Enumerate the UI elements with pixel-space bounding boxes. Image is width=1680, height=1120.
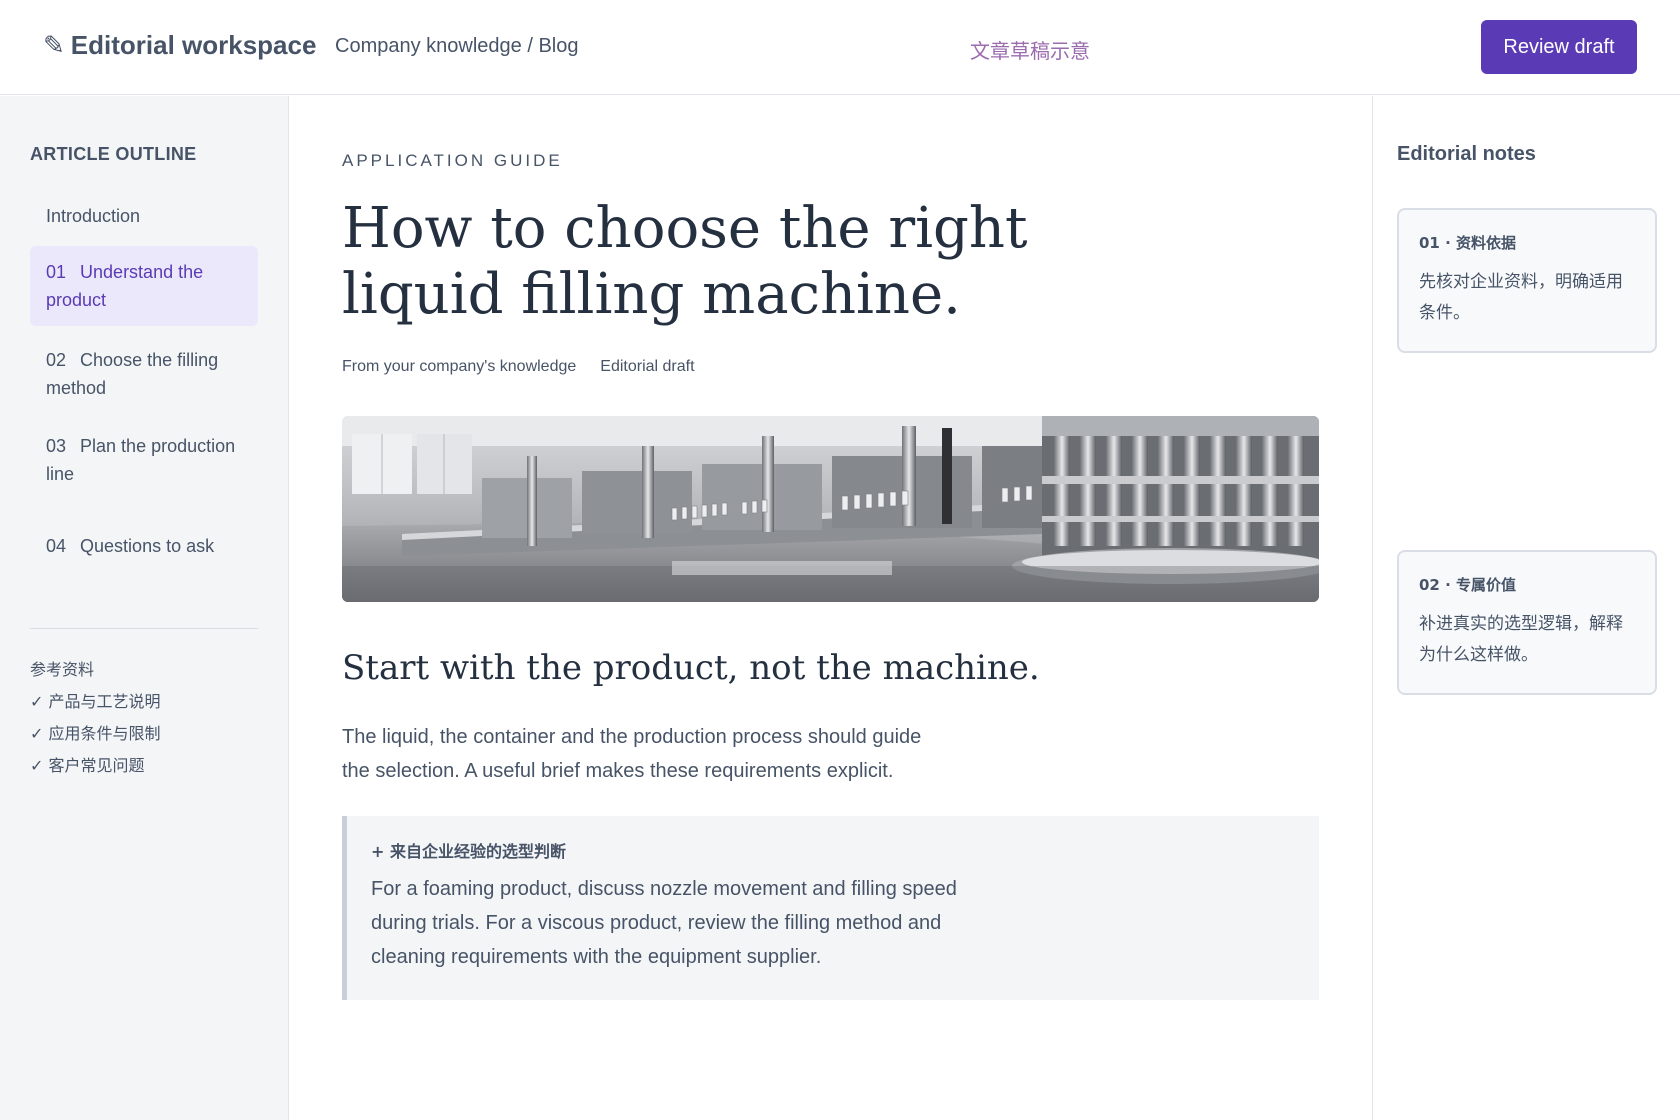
note-card-body: 补进真实的选型逻辑，解释为什么这样做。 (1419, 614, 1623, 665)
outline-item-label: Plan the production line (46, 436, 236, 484)
note-card-title: 02 · 专属价值 (1419, 576, 1517, 594)
outline-item-production-line[interactable]: 03 Plan the production line (30, 432, 258, 488)
section-body: The liquid, the container and the produc… (342, 726, 922, 782)
notes-title: Editorial notes (1397, 143, 1536, 165)
review-draft-button[interactable]: Review draft (1481, 20, 1637, 74)
outline-item-number: 04 (46, 536, 67, 556)
callout-text: For a foaming product, discuss nozzle mo… (371, 878, 957, 968)
top-bar: ✎ Editorial workspace Company knowledge … (0, 0, 1680, 95)
article-outline-sidebar: ARTICLE OUTLINE Introduction 01 Understan… (0, 96, 289, 1120)
references-title: 参考资料 (30, 660, 95, 679)
outline-item-understand-product[interactable]: 01 Understand the product (30, 246, 258, 326)
meta-status: Editorial draft (600, 358, 695, 375)
outline-item-questions[interactable]: 04 Questions to ask (30, 532, 258, 560)
reference-item: ✓ 产品与工艺说明 (30, 692, 161, 711)
note-card-title: 01 · 资料依据 (1419, 234, 1517, 252)
note-card[interactable]: 01 · 资料依据 先核对企业资料，明确适用条件。 (1397, 208, 1657, 353)
article-headline: How to choose the right liquid filling m… (342, 196, 1028, 327)
outline-item-label: Understand the product (46, 262, 204, 310)
reference-item: ✓ 客户常见问题 (30, 756, 145, 775)
outline-item-label: Introduction (46, 206, 141, 226)
section-title: Start with the product, not the machine. (342, 648, 1040, 688)
article-eyebrow: APPLICATION GUIDE (342, 151, 563, 170)
outline-item-filling-method[interactable]: 02 Choose the filling method (30, 346, 258, 402)
article-main: APPLICATION GUIDE How to choose the righ… (290, 96, 1371, 1120)
sidebar-divider (30, 628, 258, 629)
note-card-body: 先核对企业资料，明确适用条件。 (1419, 272, 1623, 323)
outline-item-number: 02 (46, 350, 67, 370)
editorial-notes-panel: Editorial notes 01 · 资料依据 先核对企业资料，明确适用条件… (1372, 96, 1680, 1120)
brand-name: Editorial workspace (70, 30, 317, 60)
outline-item-label: Choose the filling method (46, 350, 219, 398)
references-list: 参考资料 ✓ 产品与工艺说明 ✓ 应用条件与限制 ✓ 客户常见问题 (30, 654, 161, 782)
outline-title: ARTICLE OUTLINE (30, 144, 197, 164)
hero-image-filling-line (342, 416, 1319, 602)
outline-item-introduction[interactable]: Introduction (30, 202, 258, 230)
outline-item-number: 01 (46, 262, 67, 282)
outline-item-number: 03 (46, 436, 67, 456)
callout-label: + 来自企业经验的选型判断 (371, 842, 566, 861)
note-card[interactable]: 02 · 专属价值 补进真实的选型逻辑，解释为什么这样做。 (1397, 550, 1657, 695)
outline-item-label: Questions to ask (80, 536, 215, 556)
meta-source: From your company's knowledge (342, 358, 577, 375)
draft-label: 文章草稿示意 (970, 39, 1090, 63)
pencil-icon: ✎ (43, 30, 65, 60)
brand[interactable]: ✎ Editorial workspace (43, 30, 316, 61)
article-meta: From your company's knowledge Editorial d… (342, 358, 695, 376)
experience-callout: + 来自企业经验的选型判断 For a foaming product, dis… (342, 816, 1319, 1000)
breadcrumb[interactable]: Company knowledge / Blog (335, 35, 578, 58)
reference-item: ✓ 应用条件与限制 (30, 724, 161, 743)
